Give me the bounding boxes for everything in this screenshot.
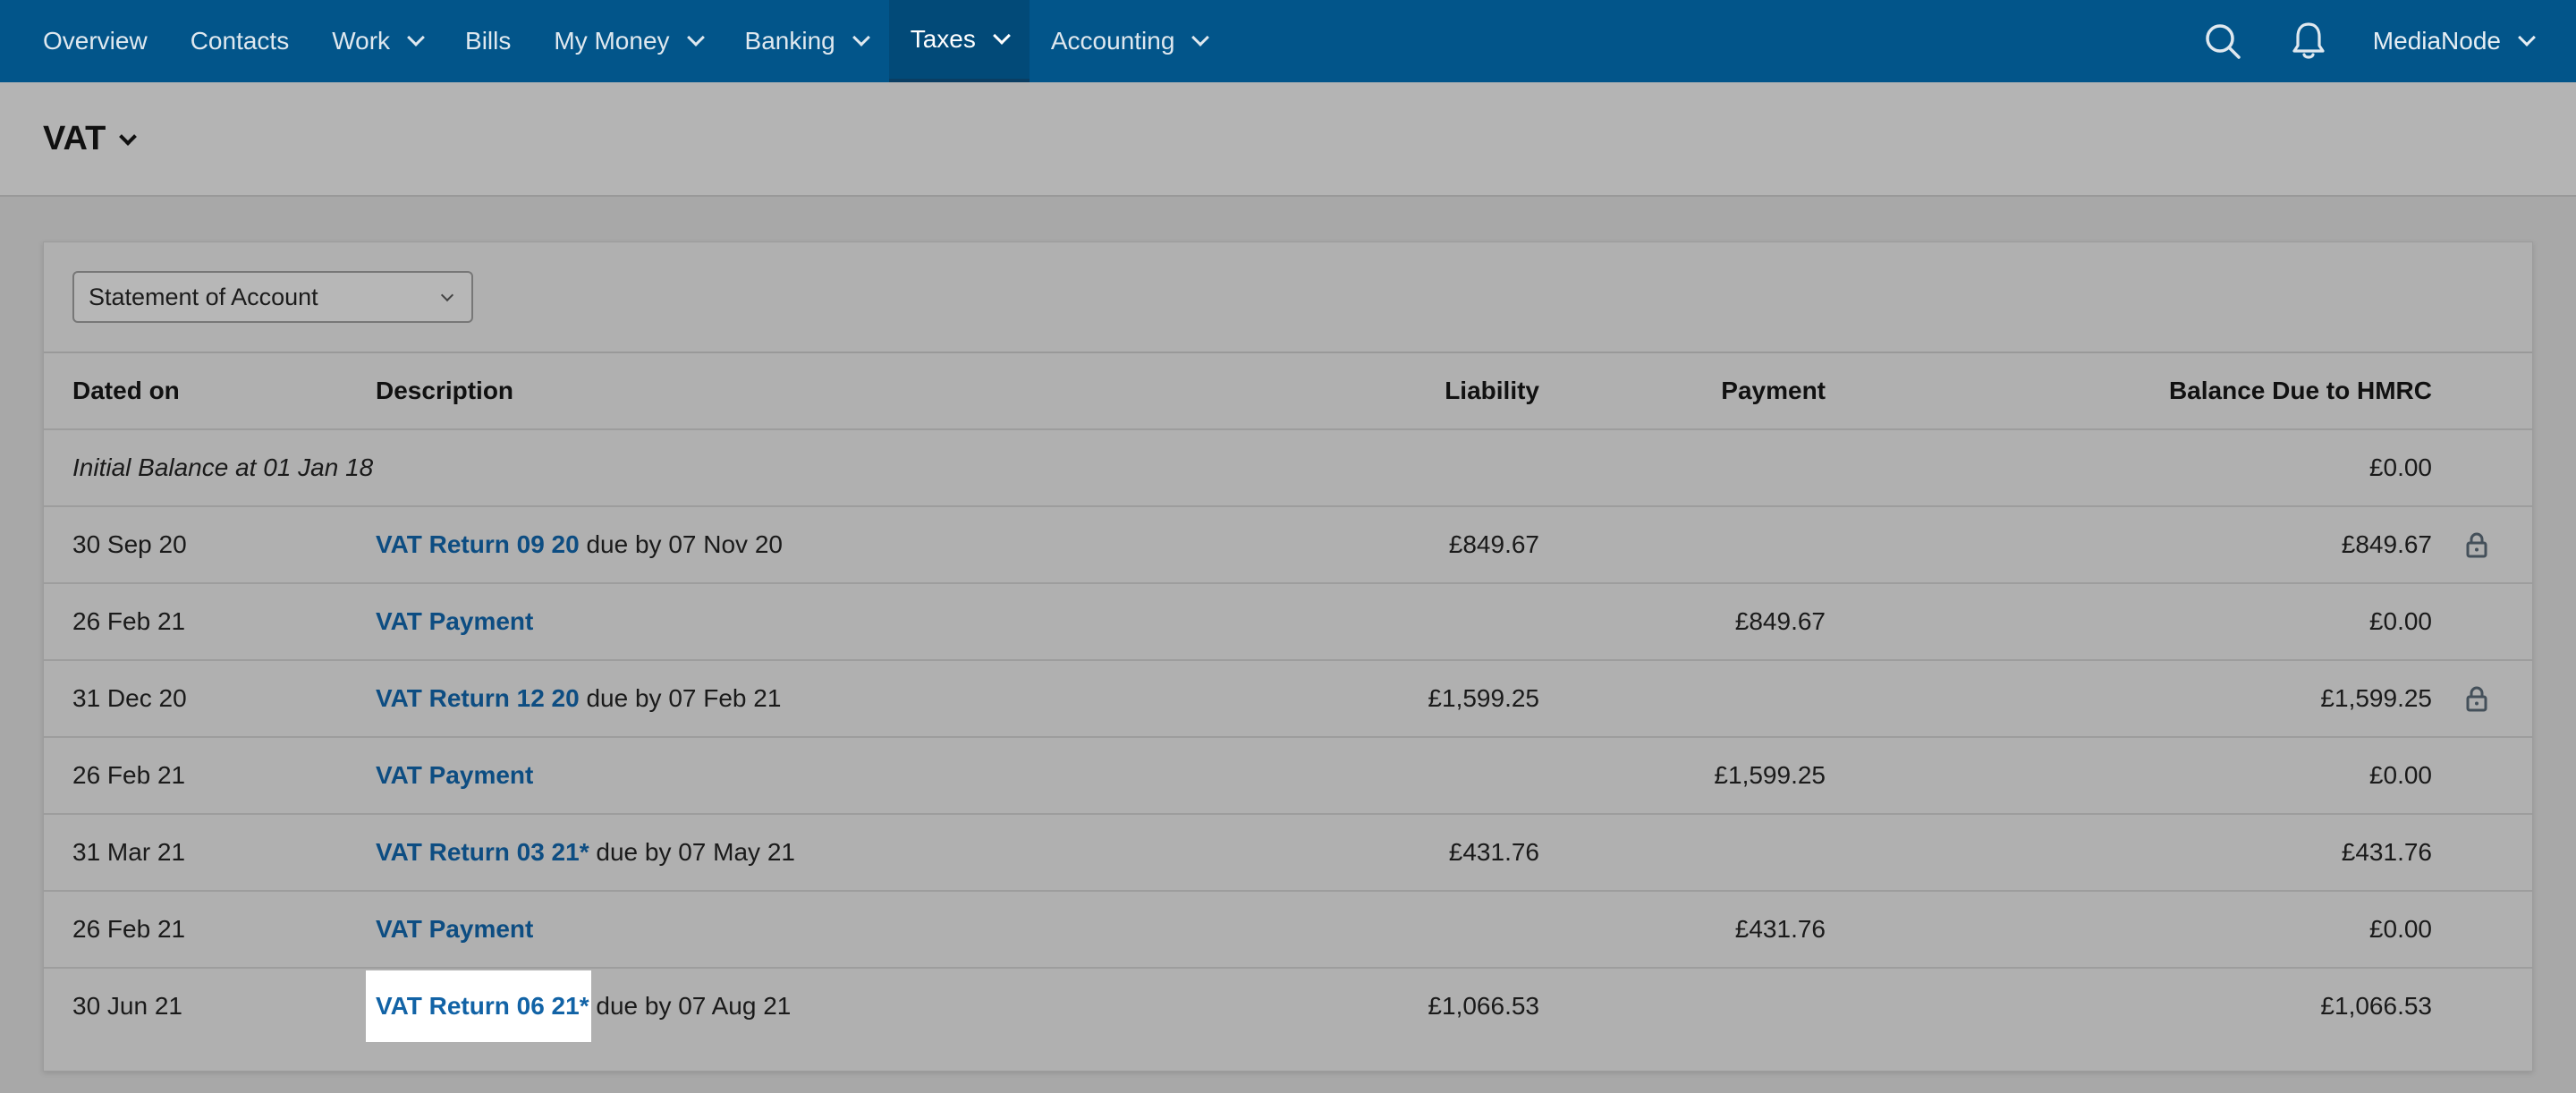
org-switcher[interactable]: MediaNode bbox=[2351, 0, 2576, 82]
lock-icon bbox=[2450, 507, 2504, 582]
balance-cell: £849.67 bbox=[2342, 507, 2432, 582]
description-cell: VAT Return 06 21* due by 07 Aug 21 bbox=[376, 969, 791, 1044]
nav-label: Taxes bbox=[911, 25, 976, 54]
balance-cell: £0.00 bbox=[2369, 430, 2432, 505]
description-cell: VAT Payment bbox=[376, 584, 533, 659]
date-cell: 31 Mar 21 bbox=[72, 815, 185, 890]
header-payment[interactable]: Payment bbox=[1721, 353, 1826, 428]
due-text: due by 07 Feb 21 bbox=[580, 684, 782, 712]
nav-label: Overview bbox=[43, 27, 148, 55]
payment-cell: £849.67 bbox=[1735, 584, 1826, 659]
due-text: due by 07 May 21 bbox=[589, 838, 795, 866]
chevron-down-icon bbox=[687, 29, 705, 47]
nav-label: Bills bbox=[465, 27, 511, 55]
description-cell: VAT Return 12 20 due by 07 Feb 21 bbox=[376, 661, 781, 736]
table-row: 31 Mar 21 VAT Return 03 21* due by 07 Ma… bbox=[44, 815, 2532, 892]
table-row: Initial Balance at 01 Jan 18 £0.00 bbox=[44, 430, 2532, 507]
table-row: 26 Feb 21 VAT Payment £1,599.25 £0.00 bbox=[44, 738, 2532, 815]
balance-cell: £0.00 bbox=[2369, 738, 2432, 813]
chevron-down-icon bbox=[441, 289, 453, 301]
chevron-down-icon bbox=[852, 29, 870, 47]
chevron-down-icon bbox=[119, 128, 137, 146]
nav-taxes[interactable]: Taxes bbox=[889, 0, 1030, 82]
balance-cell: £431.76 bbox=[2342, 815, 2432, 890]
header-description[interactable]: Description bbox=[376, 353, 513, 428]
nav-bills[interactable]: Bills bbox=[444, 0, 532, 82]
vat-return-link[interactable]: VAT Return 03 21* bbox=[376, 838, 589, 866]
date-cell: 26 Feb 21 bbox=[72, 584, 185, 659]
org-name: MediaNode bbox=[2373, 27, 2501, 55]
search-icon bbox=[2203, 21, 2242, 61]
liability-cell: £431.76 bbox=[1449, 815, 1539, 890]
description-cell: VAT Payment bbox=[376, 738, 533, 813]
statement-type-select[interactable]: Statement of Account bbox=[72, 271, 473, 323]
select-value: Statement of Account bbox=[89, 284, 318, 311]
nav-label: My Money bbox=[554, 27, 669, 55]
nav-label: Contacts bbox=[191, 27, 290, 55]
balance-cell: £0.00 bbox=[2369, 892, 2432, 967]
statement-card: Statement of Account Dated on Descriptio… bbox=[43, 241, 2533, 1072]
nav-accounting[interactable]: Accounting bbox=[1030, 0, 1229, 82]
payment-cell: £431.76 bbox=[1735, 892, 1826, 967]
table-row: 26 Feb 21 VAT Payment £849.67 £0.00 bbox=[44, 584, 2532, 661]
nav-label: Accounting bbox=[1051, 27, 1175, 55]
table-header: Dated on Description Liability Payment B… bbox=[44, 353, 2532, 430]
date-cell: 30 Jun 21 bbox=[72, 969, 182, 1044]
notifications-button[interactable] bbox=[2266, 0, 2351, 82]
nav-label: Work bbox=[332, 27, 390, 55]
nav-my-money[interactable]: My Money bbox=[532, 0, 723, 82]
lock-icon bbox=[2450, 661, 2504, 736]
table-row: 26 Feb 21 VAT Payment £431.76 £0.00 bbox=[44, 892, 2532, 969]
nav-contacts[interactable]: Contacts bbox=[169, 0, 311, 82]
header-dated-on[interactable]: Dated on bbox=[72, 353, 180, 428]
description-cell: VAT Return 09 20 due by 07 Nov 20 bbox=[376, 507, 783, 582]
date-cell: 31 Dec 20 bbox=[72, 661, 187, 736]
vat-return-link-highlighted[interactable]: VAT Return 06 21* bbox=[376, 992, 589, 1020]
nav-work[interactable]: Work bbox=[310, 0, 444, 82]
vat-payment-link[interactable]: VAT Payment bbox=[376, 915, 533, 943]
top-nav: Overview Contacts Work Bills My Money Ba… bbox=[0, 0, 2576, 82]
vat-payment-link[interactable]: VAT Payment bbox=[376, 761, 533, 789]
header-balance[interactable]: Balance Due to HMRC bbox=[2169, 353, 2432, 428]
liability-cell: £1,599.25 bbox=[1428, 661, 1539, 736]
date-cell: 30 Sep 20 bbox=[72, 507, 187, 582]
due-text: due by 07 Aug 21 bbox=[589, 992, 792, 1020]
description-cell: VAT Return 03 21* due by 07 May 21 bbox=[376, 815, 795, 890]
chevron-down-icon bbox=[993, 27, 1011, 45]
balance-cell: £0.00 bbox=[2369, 584, 2432, 659]
nav-right: MediaNode bbox=[2180, 0, 2576, 82]
chevron-down-icon bbox=[407, 29, 425, 47]
table-row: 30 Sep 20 VAT Return 09 20 due by 07 Nov… bbox=[44, 507, 2532, 584]
initial-balance-label: Initial Balance at 01 Jan 18 bbox=[72, 430, 373, 505]
date-cell: 26 Feb 21 bbox=[72, 892, 185, 967]
nav-overview[interactable]: Overview bbox=[0, 0, 169, 82]
date-cell: 26 Feb 21 bbox=[72, 738, 185, 813]
balance-cell: £1,066.53 bbox=[2320, 969, 2432, 1044]
page-title-text: VAT bbox=[43, 120, 106, 158]
chevron-down-icon bbox=[1192, 29, 1210, 47]
card-toolbar: Statement of Account bbox=[44, 242, 2532, 353]
nav-banking[interactable]: Banking bbox=[724, 0, 889, 82]
balance-cell: £1,599.25 bbox=[2320, 661, 2432, 736]
vat-payment-link[interactable]: VAT Payment bbox=[376, 607, 533, 635]
page-title[interactable]: VAT bbox=[43, 120, 134, 158]
liability-cell: £1,066.53 bbox=[1428, 969, 1539, 1044]
bell-icon bbox=[2291, 21, 2326, 62]
liability-cell: £849.67 bbox=[1449, 507, 1539, 582]
nav-label: Banking bbox=[745, 27, 835, 55]
vat-return-link[interactable]: VAT Return 12 20 bbox=[376, 684, 580, 712]
search-button[interactable] bbox=[2180, 0, 2266, 82]
due-text: due by 07 Nov 20 bbox=[580, 530, 783, 558]
description-cell: VAT Payment bbox=[376, 892, 533, 967]
vat-return-link[interactable]: VAT Return 09 20 bbox=[376, 530, 580, 558]
chevron-down-icon bbox=[2518, 29, 2536, 47]
page-header: VAT bbox=[0, 82, 2576, 197]
header-liability[interactable]: Liability bbox=[1445, 353, 1539, 428]
table-row: 31 Dec 20 VAT Return 12 20 due by 07 Feb… bbox=[44, 661, 2532, 738]
payment-cell: £1,599.25 bbox=[1714, 738, 1826, 813]
table-row: 30 Jun 21 VAT Return 06 21* due by 07 Au… bbox=[44, 969, 2532, 1046]
